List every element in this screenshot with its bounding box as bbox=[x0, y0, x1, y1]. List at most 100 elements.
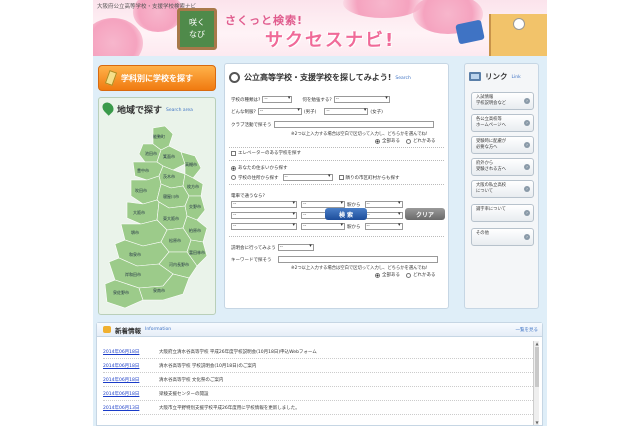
news-item: 2014年06月18日 梁稜支援センターの開設 bbox=[103, 387, 533, 401]
link-special-consideration[interactable]: 受験時に配慮が 必要な方へ › bbox=[471, 136, 534, 154]
clear-button[interactable]: クリア bbox=[405, 208, 445, 220]
neighbor-label: 隣りの市区町村からも探す bbox=[345, 175, 400, 181]
map-label: 吹田市 bbox=[135, 187, 147, 193]
train-time-select[interactable]: -- bbox=[364, 223, 403, 230]
train-line-select[interactable]: -- bbox=[231, 201, 297, 208]
news-date-link[interactable]: 2014年06月13日 bbox=[103, 405, 153, 411]
club-any-radio[interactable] bbox=[406, 138, 411, 144]
search-by-subject-button[interactable]: 学科別に学校を探す bbox=[98, 65, 216, 91]
area-panel-header: 地域で探す Search area bbox=[99, 98, 215, 120]
link-private-schools[interactable]: 大阪の私立高校 について › bbox=[471, 180, 534, 198]
school-search-form: 公立高等学校・支援学校を探してみよう! Search 学校の種類は? -- 何を… bbox=[224, 63, 449, 309]
club-input[interactable] bbox=[273, 121, 434, 128]
osaka-map[interactable]: 能勢町 池田市 箕面市 高槻市 豊中市 茨木市 枚方市 吹田市 寝屋川市 交野市… bbox=[103, 124, 213, 314]
club-label: クラブ活動で探そう bbox=[231, 122, 272, 128]
keyword-note: ※2つ以上入力する場合は空白で区切って入力し、どちらかを選んでね! bbox=[291, 266, 428, 271]
club-all-label: 全部ある bbox=[382, 139, 400, 144]
news-text: 清水谷高等学校 文化祭のご案内 bbox=[159, 377, 224, 383]
search-by-subject-label: 学科別に学校を探す bbox=[121, 73, 193, 83]
club-note: ※2つ以上入力する場合は空白で区切って入力し、どちらかを選んでね! bbox=[291, 132, 428, 137]
news-title: 新着情報 bbox=[115, 326, 141, 335]
chevron-right-icon: › bbox=[524, 120, 530, 126]
map-label: 岸和田市 bbox=[125, 271, 141, 277]
briefing-select[interactable]: -- bbox=[277, 244, 314, 251]
logo-text-line2: なび bbox=[189, 30, 205, 39]
news-list: 2014年06月18日 大阪府立清水谷高等学校 平成26年度学校説明会(10月1… bbox=[103, 345, 533, 415]
news-scrollbar[interactable]: ▲ ▼ bbox=[533, 341, 539, 425]
school-building-icon bbox=[489, 14, 547, 56]
cherry-blossom-decoration bbox=[93, 18, 143, 56]
news-item: 2014年06月18日 清水谷高等学校 学校説明会(10月18日)のご案内 bbox=[103, 359, 533, 373]
news-date-link[interactable]: 2014年06月18日 bbox=[103, 349, 153, 355]
uniform-male-select[interactable]: -- bbox=[257, 108, 302, 115]
divider bbox=[229, 147, 444, 148]
keyword-any-radio[interactable] bbox=[406, 272, 411, 278]
news-date-link[interactable]: 2014年06月18日 bbox=[103, 363, 153, 369]
from-home-radio[interactable] bbox=[231, 165, 236, 171]
link-literacy[interactable]: 識字率について › bbox=[471, 204, 534, 222]
train-row: -- -- 駅から -- bbox=[231, 223, 403, 230]
neighbor-checkbox[interactable] bbox=[338, 175, 344, 180]
logo-chalkboard[interactable]: 咲く なび bbox=[177, 8, 217, 50]
map-pin-icon bbox=[100, 100, 116, 116]
map-label: 泉佐野市 bbox=[113, 289, 129, 295]
from-home-label: あなたの住まいから探す bbox=[238, 166, 288, 171]
train-line-select[interactable]: -- bbox=[231, 212, 297, 219]
map-label: 池田市 bbox=[145, 150, 157, 156]
news-subtitle: Information bbox=[145, 327, 172, 332]
monitor-icon bbox=[469, 71, 481, 81]
keyword-all-radio[interactable] bbox=[375, 272, 380, 278]
news-text: 清水谷高等学校 学校説明会(10月18日)のご案内 bbox=[159, 363, 257, 369]
train-station-select[interactable]: -- bbox=[301, 201, 345, 208]
news-text: 梁稜支援センターの開設 bbox=[159, 391, 209, 397]
news-panel: 新着情報 Information 一覧を見る 2014年06月18日 大阪府立清… bbox=[96, 322, 543, 426]
news-text: 大阪市立平野特別支援学校平成26年度用に学校情報を更新しました。 bbox=[159, 405, 300, 411]
school-type-select[interactable]: -- bbox=[262, 96, 293, 103]
links-title: リンク bbox=[485, 71, 508, 81]
scroll-up-icon[interactable]: ▲ bbox=[534, 341, 540, 346]
study-select[interactable]: -- bbox=[333, 96, 390, 103]
search-button[interactable]: 検 索 bbox=[325, 208, 367, 220]
news-header: 新着情報 Information bbox=[97, 323, 542, 337]
news-more-link[interactable]: 一覧を見る bbox=[516, 327, 539, 333]
train-row: -- -- 駅から -- bbox=[231, 212, 403, 219]
elevator-checkbox[interactable] bbox=[231, 150, 236, 156]
map-label: 富田林市 bbox=[189, 249, 205, 255]
map-label: 茨木市 bbox=[163, 173, 175, 179]
from-school-radio[interactable] bbox=[231, 175, 236, 180]
magnifier-icon bbox=[229, 71, 240, 83]
form-header: 公立高等学校・支援学校を探してみよう! Search bbox=[229, 68, 411, 86]
area-search-panel: 地域で探す Search area 能勢町 池田市 箕面市 高槻市 豊中市 茨木… bbox=[98, 97, 216, 315]
club-all-radio[interactable] bbox=[375, 138, 380, 144]
train-time-select[interactable]: -- bbox=[364, 201, 403, 208]
keyword-input[interactable] bbox=[277, 256, 438, 263]
news-date-link[interactable]: 2014年06月18日 bbox=[103, 391, 153, 397]
link-entrance-info[interactable]: 入試情報 学校説明会など › bbox=[471, 92, 534, 110]
train-time-select[interactable]: -- bbox=[364, 212, 403, 219]
divider bbox=[229, 236, 444, 237]
link-out-of-prefecture[interactable]: 府外から 受験される方へ › bbox=[471, 158, 534, 176]
area-subtitle: Search area bbox=[166, 107, 193, 113]
map-label: 交野市 bbox=[189, 203, 201, 209]
link-label: 大阪の私立高校 について bbox=[476, 183, 507, 194]
news-item: 2014年06月18日 大阪府立清水谷高等学校 平成26年度学校説明会(10月1… bbox=[103, 345, 533, 359]
train-label: 電車で通うなら? bbox=[231, 194, 265, 199]
train-station-select[interactable]: -- bbox=[301, 223, 345, 230]
scroll-down-icon[interactable]: ▼ bbox=[534, 420, 540, 425]
map-label: 松原市 bbox=[169, 237, 181, 243]
links-subtitle: Link bbox=[511, 74, 521, 80]
train-line-select[interactable]: -- bbox=[231, 223, 297, 230]
link-school-homepages[interactable]: 各公立高校等 ホームページへ › bbox=[471, 114, 534, 132]
link-other[interactable]: その他 › bbox=[471, 228, 534, 246]
brand-name: サクセスナビ! bbox=[265, 30, 396, 51]
chevron-right-icon: › bbox=[524, 186, 530, 192]
from-station-label: 駅から bbox=[347, 202, 361, 208]
map-label: 河内長野市 bbox=[169, 261, 189, 267]
news-date-link[interactable]: 2014年06月18日 bbox=[103, 377, 153, 383]
uniform-female-select[interactable]: -- bbox=[324, 108, 369, 115]
uniform-female-label: (女子) bbox=[370, 109, 383, 115]
scrollbar-thumb[interactable] bbox=[535, 347, 539, 387]
uniform-label: どんな制服? bbox=[231, 109, 256, 115]
map-label: 能勢町 bbox=[153, 133, 165, 139]
location-select[interactable]: -- bbox=[282, 174, 333, 181]
